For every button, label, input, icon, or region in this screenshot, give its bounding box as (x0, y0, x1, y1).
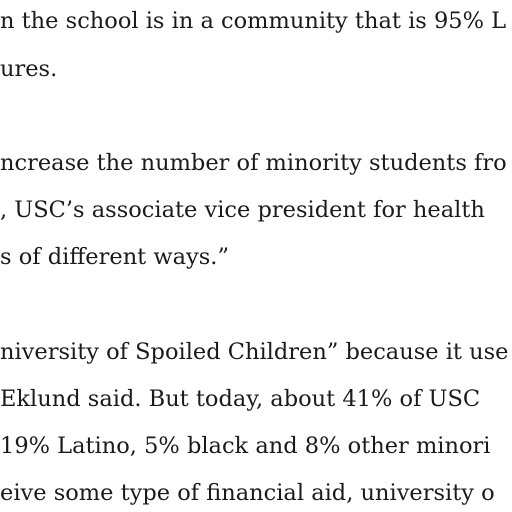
paragraph-1-line-2: ures. (0, 56, 58, 82)
paragraph-3-line-1: niversity of Spoiled Children” because i… (0, 339, 509, 365)
paragraph-1-line-1: n the school is in a community that is 9… (0, 8, 507, 34)
paragraph-3-line-3: 19% Latino, 5% black and 8% other minori (0, 433, 491, 459)
article-page: n the school is in a community that is 9… (0, 0, 512, 512)
paragraph-2-line-1: ncrease the number of minority students … (0, 150, 507, 176)
paragraph-3-line-2: Eklund said. But today, about 41% of USC (0, 386, 481, 412)
paragraph-2-line-2: , USC’s associate vice president for hea… (0, 197, 485, 223)
paragraph-3-line-4: eive some type of financial aid, univers… (0, 480, 495, 506)
paragraph-2-line-3: s of different ways.” (0, 244, 229, 270)
